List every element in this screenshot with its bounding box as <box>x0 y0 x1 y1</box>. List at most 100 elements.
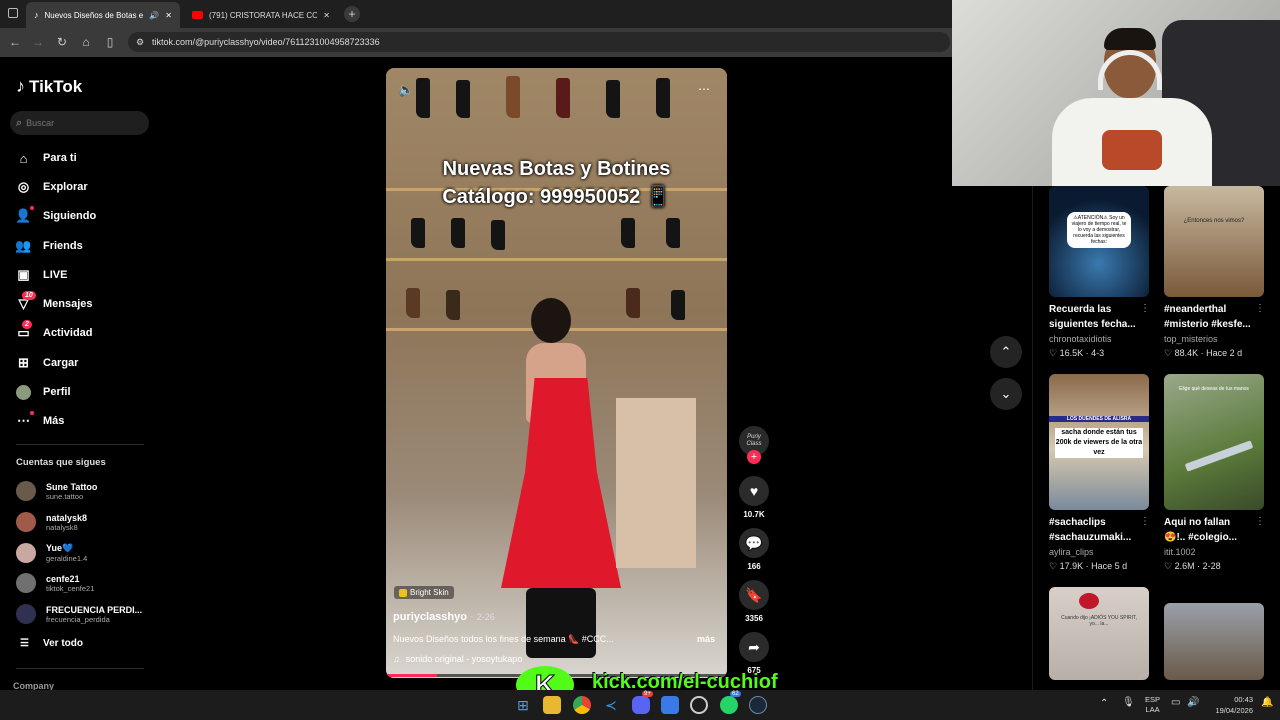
sound-row[interactable]: ♫ sonido original - yosoytukapo <box>393 654 522 664</box>
site-info-icon[interactable]: ⚙ <box>136 32 144 52</box>
followed-account[interactable]: cenfe21 tiktok_cenfe21 <box>16 570 94 596</box>
thumbnail-text: sacha donde están tus 200k de viewers de… <box>1055 428 1143 458</box>
speaker-icon[interactable]: 🔊 <box>149 11 159 20</box>
tab-tiktok[interactable]: ♪ Nuevos Diseños de Botas e... 🔊 ✕ <box>26 2 180 28</box>
nav-friends[interactable]: 👥 Friends <box>15 235 82 257</box>
nav-para-ti[interactable]: ⌂ Para ti <box>16 147 77 169</box>
video-thumbnail[interactable]: Cuando dijo ¡ADIÓS YOU SPIRIT, yo... la.… <box>1049 587 1149 680</box>
video-author[interactable]: puriyclasshyo <box>393 611 467 623</box>
url-field[interactable]: ⚙ tiktok.com/@puriyclasshyo/video/761123… <box>128 32 950 52</box>
nav-actividad[interactable]: ▭ 2 Actividad <box>16 319 93 344</box>
back-button[interactable]: ← <box>8 35 22 49</box>
account-name: natalysk8 <box>46 512 88 523</box>
nav-perfil[interactable]: Perfil <box>16 381 71 403</box>
forward-button[interactable]: → <box>31 35 45 49</box>
share-button[interactable]: ➦ 675 <box>739 632 769 675</box>
video-caption[interactable]: Aqui no fallan 😍!.. #colegio... <box>1164 515 1269 545</box>
effect-tag[interactable]: Bright Skin <box>394 586 454 599</box>
clock[interactable]: 00:43 19/04/2026 <box>1205 694 1253 716</box>
followed-account[interactable]: FRECUENCIA PERDI... frecuencia_perdida <box>16 601 142 627</box>
like-button[interactable]: ♥ 10.7K <box>739 476 769 519</box>
file-explorer-icon[interactable] <box>543 696 561 714</box>
more-options-icon[interactable]: ⋮ <box>1140 303 1150 314</box>
nav-mas[interactable]: ⋯ Más <box>16 410 64 432</box>
video-thumbnail[interactable] <box>1164 603 1264 680</box>
like-count: 10.7K <box>743 510 765 519</box>
notification-bell-icon[interactable]: 🔔 <box>1261 697 1273 708</box>
home-icon: ⌂ <box>19 150 28 166</box>
notification-dot <box>30 410 34 415</box>
video-author[interactable]: itit.1002 <box>1164 547 1196 557</box>
video-thumbnail[interactable]: ¿Entonces nos vimos? <box>1164 186 1264 297</box>
boot-display <box>666 218 680 248</box>
search-box[interactable]: ⌕ <box>10 111 149 135</box>
more-options-icon[interactable]: ⋮ <box>1140 516 1150 527</box>
split-view-button[interactable]: ▯ <box>103 35 117 49</box>
tiktok-logo[interactable]: ♪ TikTok <box>16 76 82 97</box>
video-caption[interactable]: #neanderthal #misterio #kesfe... <box>1164 302 1269 332</box>
microphone-icon[interactable]: 🎙 <box>1122 697 1135 708</box>
more-options-icon[interactable]: ⋮ <box>1255 303 1265 314</box>
app-icon[interactable] <box>661 696 679 714</box>
caption-line: #sachaclips <box>1049 517 1106 528</box>
followed-account[interactable]: Sune Tattoo sune.tattoo <box>16 478 97 504</box>
nav-mensajes[interactable]: ▽ 10 Mensajes <box>16 290 93 315</box>
more-options-icon[interactable]: ⋮ <box>1255 516 1265 527</box>
language-indicator[interactable]: ESP LAA <box>1145 695 1160 715</box>
nav-siguiendo[interactable]: 👤 Siguiendo <box>15 205 96 227</box>
comment-count: 166 <box>747 562 761 571</box>
chrome-icon[interactable] <box>573 696 591 714</box>
logo-text: TikTok <box>29 76 83 96</box>
overlay-line2: Catálogo: 999950052 📱 <box>442 186 671 208</box>
obs-icon[interactable] <box>690 696 708 714</box>
next-video-button[interactable]: ⌄ <box>990 378 1022 410</box>
video-caption[interactable]: #sachaclips #sachauzumaki... <box>1049 515 1154 545</box>
new-tab-button[interactable]: + <box>344 6 360 22</box>
video-thumbnail[interactable]: Elige qué deseas de tus manos <box>1164 374 1264 510</box>
video-author[interactable]: top_misterios <box>1164 334 1218 344</box>
reload-button[interactable]: ↻ <box>55 35 69 49</box>
nav-explorar[interactable]: ◎ Explorar <box>16 176 88 198</box>
follow-plus-icon[interactable]: + <box>747 450 761 464</box>
followed-account[interactable]: Yue💙 geraldine1.4 <box>16 540 87 566</box>
live-icon: ▣ <box>17 267 30 282</box>
whatsapp-icon[interactable]: 62 <box>720 691 741 714</box>
tab-menu-icon[interactable] <box>8 8 18 18</box>
video-player[interactable]: 🔈 ⋯ Nuevas Botas y Botines Catálogo: 999… <box>386 68 727 678</box>
nav-live[interactable]: ▣ LIVE <box>16 264 67 286</box>
steam-icon[interactable] <box>749 696 767 714</box>
previous-video-button[interactable]: ⌃ <box>990 336 1022 368</box>
network-icon[interactable]: ▭ <box>1171 697 1180 708</box>
more-link[interactable]: más <box>697 634 715 644</box>
close-icon[interactable]: ✕ <box>323 11 330 20</box>
heart-icon: ♥ <box>739 476 769 506</box>
tray-chevron-icon[interactable]: ⌃ <box>1100 698 1108 709</box>
volume-icon[interactable]: 🔈 <box>398 82 414 98</box>
volume-icon[interactable]: 🔊 <box>1187 697 1199 708</box>
more-icon: ⋯ <box>16 410 34 429</box>
video-caption[interactable]: Recuerda las siguientes fecha... <box>1049 302 1154 332</box>
see-all-link[interactable]: ☰ Ver todo <box>20 638 83 649</box>
video-author[interactable]: aylira_clips <box>1049 547 1094 557</box>
video-thumbnail[interactable]: ⚠ATENCIÓN⚠ Soy un viajero de tiempo real… <box>1049 186 1149 297</box>
avatar <box>16 604 36 624</box>
more-options-icon[interactable]: ⋯ <box>698 82 710 96</box>
caption-line: Aqui no fallan <box>1164 517 1231 528</box>
creator-avatar[interactable]: Puriy Class + <box>739 426 769 464</box>
thumbnail-top-text: LOS DUENDES DE ALISRA <box>1049 416 1149 422</box>
close-icon[interactable]: ✕ <box>165 11 172 20</box>
see-all-label: Ver todo <box>42 638 83 649</box>
save-button[interactable]: 🔖 3356 <box>739 580 769 623</box>
windows-start-icon[interactable]: ⊞ <box>514 696 532 714</box>
video-author[interactable]: chronotaxidiotis <box>1049 334 1112 344</box>
tab-youtube[interactable]: (791) CRISTORATA HACE COM... ✕ <box>184 2 338 28</box>
video-thumbnail[interactable]: LOS DUENDES DE ALISRA sacha donde están … <box>1049 374 1149 510</box>
vscode-icon[interactable]: ≺ <box>602 696 620 714</box>
search-input[interactable] <box>26 118 137 128</box>
discord-icon[interactable]: 9+ <box>632 691 653 714</box>
home-button[interactable]: ⌂ <box>79 35 93 49</box>
comment-button[interactable]: 💬 166 <box>739 528 769 571</box>
followed-account[interactable]: natalysk8 natalysk8 <box>16 509 87 535</box>
boot-display <box>556 78 570 118</box>
nav-cargar[interactable]: ⊞ Cargar <box>16 352 78 374</box>
